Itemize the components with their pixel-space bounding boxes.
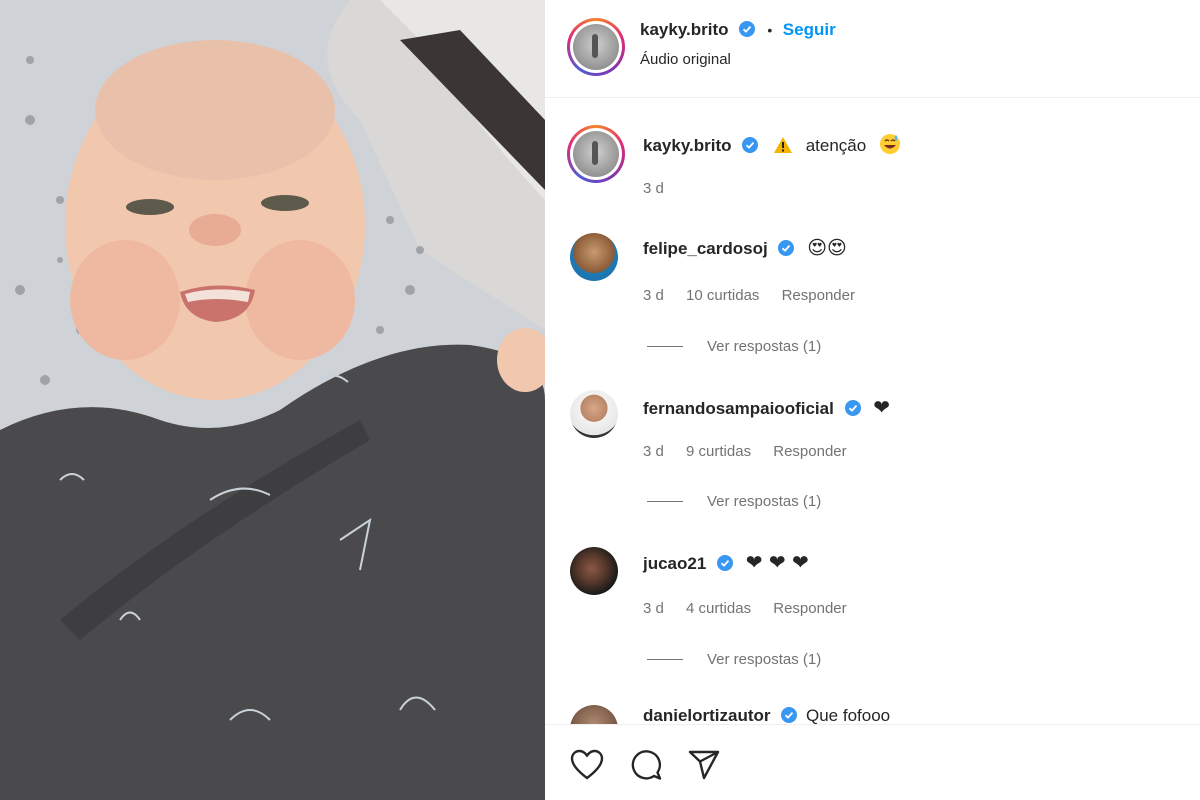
comment-time[interactable]: 3 d (643, 287, 664, 304)
paper-plane-icon[interactable] (688, 749, 720, 781)
separator-dot: • (767, 22, 773, 38)
comment-username[interactable]: danielortizautor (643, 706, 771, 724)
view-replies-button[interactable]: Ver respostas (1) (647, 651, 821, 668)
post-header: kayky.brito • Seguir Áudio original (545, 0, 1200, 98)
reply-button[interactable]: Responder (773, 600, 846, 617)
verified-badge-icon (844, 400, 861, 416)
commenter-avatar[interactable] (570, 705, 618, 724)
replies-divider (647, 346, 683, 347)
caption-meta: 3 d (643, 180, 682, 197)
baby-photo (0, 0, 545, 800)
action-bar (545, 724, 1200, 800)
comment-username[interactable]: fernandosampaiooficial (643, 399, 834, 418)
comment-meta: 3 d 10 curtidas Responder (643, 287, 873, 304)
verified-badge-icon (717, 555, 734, 571)
caption-time[interactable]: 3 d (643, 180, 664, 197)
comment-text: 😍😍 (807, 237, 847, 259)
post-panel: kayky.brito • Seguir Áudio original kayk… (545, 0, 1200, 800)
comment-meta: 3 d 4 curtidas Responder (643, 600, 865, 617)
grinning-sweat-emoji-icon (879, 134, 900, 154)
view-replies-label: Ver respostas (1) (707, 338, 822, 355)
heart-outline-icon[interactable] (570, 749, 604, 781)
verified-badge-icon (738, 21, 755, 37)
comment-line: jucao21 ❤ ❤ ❤ (643, 550, 809, 574)
commenter-avatar[interactable] (570, 390, 618, 438)
comment-text: Que fofooo (805, 706, 891, 724)
view-replies-label: Ver respostas (1) (707, 651, 822, 668)
replies-divider (647, 659, 683, 660)
warning-icon (773, 137, 792, 153)
comment-text: ❤ ❤ ❤ (745, 550, 809, 574)
view-replies-button[interactable]: Ver respostas (1) (647, 338, 821, 355)
comment-meta: 3 d 9 curtidas Responder (643, 443, 865, 460)
follow-button[interactable]: Seguir (783, 20, 836, 39)
comment-partial: danielortizautor Que fofooo (545, 700, 1200, 724)
view-replies-button[interactable]: Ver respostas (1) (647, 493, 821, 510)
commenter-avatar[interactable] (570, 547, 618, 595)
audio-label[interactable]: Áudio original (640, 51, 731, 68)
caption-username[interactable]: kayky.brito (643, 136, 732, 155)
replies-divider (647, 501, 683, 502)
verified-badge-icon (742, 137, 759, 153)
caption-line: kayky.brito atenção (643, 133, 901, 156)
comment-time[interactable]: 3 d (643, 600, 664, 617)
author-username[interactable]: kayky.brito (640, 20, 729, 39)
caption-text: atenção (805, 136, 867, 155)
comment-line: felipe_cardosoj 😍😍 (643, 237, 847, 259)
post-media[interactable] (0, 0, 545, 800)
comment-likes[interactable]: 9 curtidas (686, 443, 751, 460)
comment-likes[interactable]: 4 curtidas (686, 600, 751, 617)
comment-username[interactable]: felipe_cardosoj (643, 239, 768, 258)
commenter-avatar[interactable] (570, 233, 618, 281)
author-avatar[interactable] (567, 18, 625, 76)
comment-line: fernandosampaiooficial ❤ (643, 395, 890, 419)
comment-likes[interactable]: 10 curtidas (686, 287, 759, 304)
comment-text: ❤ (873, 395, 891, 419)
view-replies-label: Ver respostas (1) (707, 493, 822, 510)
comment-line: danielortizautor Que fofooo (643, 706, 890, 724)
verified-badge-icon (781, 707, 798, 723)
comment-username[interactable]: jucao21 (643, 554, 706, 573)
comment-icon[interactable] (630, 749, 662, 781)
reply-button[interactable]: Responder (773, 443, 846, 460)
verified-badge-icon (778, 240, 795, 256)
comment-time[interactable]: 3 d (643, 443, 664, 460)
caption-author-avatar[interactable] (567, 125, 625, 183)
reply-button[interactable]: Responder (782, 287, 855, 304)
